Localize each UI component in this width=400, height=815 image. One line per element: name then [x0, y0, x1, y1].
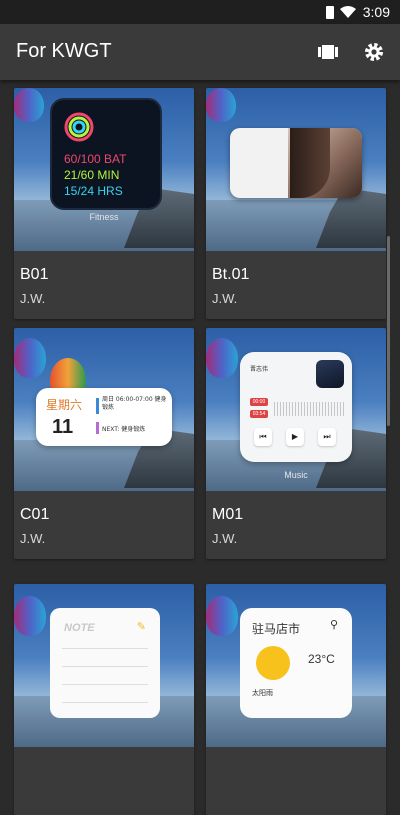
wallpaper-thumbnail: 驻马店市 ⚲ 23°C 太阳雨 [206, 584, 386, 747]
settings-gear-icon[interactable] [362, 40, 386, 64]
widget-card-note[interactable]: NOTE ✎ [14, 584, 194, 815]
note-line [62, 684, 148, 685]
balloon-icon [14, 88, 44, 122]
play-icon: ▶ [286, 428, 304, 446]
card-title: M01 [212, 506, 244, 523]
sun-rain-icon [256, 646, 290, 680]
fitness-line-hrs: 15/24 HRS [64, 184, 123, 198]
photo-widget-preview [230, 128, 362, 198]
weather-temperature: 23°C [308, 652, 335, 666]
widget-label: Music [284, 470, 308, 480]
card-author: J.W. [20, 531, 46, 546]
music-widget-preview: 晋志伟 00:00 03:54 ⏮ ▶ ⏭ [240, 352, 352, 462]
calendar-weekday: 星期六 [46, 398, 83, 412]
note-line [62, 702, 148, 703]
note-header: NOTE [64, 622, 95, 634]
weather-city: 驻马店市 [252, 622, 301, 636]
status-time: 3:09 [362, 4, 390, 20]
calendar-event: 周日 06:00-07:00 健身锻炼 [102, 396, 167, 411]
pencil-icon: ✎ [136, 621, 146, 633]
widget-card-b01[interactable]: 60/100 BAT 21/60 MIN 15/24 HRS Fitness B… [14, 88, 194, 319]
fitness-line-min: 21/60 MIN [64, 168, 120, 182]
total-time: 03:54 [250, 410, 268, 418]
balloon-icon [206, 338, 238, 378]
calendar-widget-preview: 星期六 11 周日 06:00-07:00 健身锻炼 NEXT: 健身锻炼 [36, 388, 172, 446]
wallpaper-thumbnail [206, 88, 386, 251]
card-title: B01 [20, 266, 49, 283]
card-title: Bt.01 [212, 266, 250, 283]
widget-card-c01[interactable]: 星期六 11 周日 06:00-07:00 健身锻炼 NEXT: 健身锻炼 C0… [14, 328, 194, 559]
card-title: C01 [20, 506, 50, 523]
fitness-line-bat: 60/100 BAT [64, 152, 127, 166]
elapsed-time: 00:00 [250, 398, 268, 406]
weather-condition: 太阳雨 [252, 689, 273, 697]
wallpaper-thumbnail: 60/100 BAT 21/60 MIN 15/24 HRS Fitness [14, 88, 194, 251]
waveform-icon [274, 402, 344, 416]
next-track-icon: ⏭ [318, 428, 336, 446]
battery-icon [326, 6, 334, 19]
wifi-icon [340, 6, 356, 18]
widget-card-bt01[interactable]: Bt.01 J.W. [206, 88, 386, 319]
view-carousel-icon[interactable] [316, 40, 340, 64]
balloon-icon [206, 596, 238, 636]
widget-card-weather[interactable]: 驻马店市 ⚲ 23°C 太阳雨 [206, 584, 386, 815]
app-bar: For KWGT [0, 24, 400, 80]
card-author: J.W. [20, 291, 46, 306]
balloon-icon [14, 596, 46, 636]
fitness-widget-preview: 60/100 BAT 21/60 MIN 15/24 HRS [50, 98, 162, 210]
note-line [62, 666, 148, 667]
wallpaper-thumbnail: 晋志伟 00:00 03:54 ⏮ ▶ ⏭ Music [206, 328, 386, 491]
wallpaper-thumbnail: NOTE ✎ [14, 584, 194, 747]
balloon-icon [14, 338, 46, 378]
calendar-date: 11 [52, 416, 74, 438]
app-title: For KWGT [16, 40, 112, 62]
song-title: 晋志伟 [250, 366, 269, 373]
location-pin-icon: ⚲ [329, 619, 338, 631]
previous-track-icon: ⏮ [254, 428, 272, 446]
scrollbar[interactable] [387, 236, 390, 426]
calendar-next-event: NEXT: 健身锻炼 [102, 426, 146, 433]
wallpaper-thumbnail: 星期六 11 周日 06:00-07:00 健身锻炼 NEXT: 健身锻炼 [14, 328, 194, 491]
note-widget-preview: NOTE ✎ [50, 608, 160, 718]
card-author: J.W. [212, 531, 238, 546]
note-line [62, 648, 148, 649]
balloon-icon [206, 88, 236, 122]
event-marker [96, 398, 99, 414]
widget-card-m01[interactable]: 晋志伟 00:00 03:54 ⏮ ▶ ⏭ Music M01 J.W. [206, 328, 386, 559]
card-author: J.W. [212, 291, 238, 306]
activity-rings-icon [64, 112, 94, 142]
event-marker [96, 422, 99, 434]
weather-widget-preview: 驻马店市 ⚲ 23°C 太阳雨 [240, 608, 352, 718]
status-bar: 3:09 [0, 0, 400, 24]
widget-label: Fitness [89, 212, 119, 222]
album-cover [316, 360, 344, 388]
